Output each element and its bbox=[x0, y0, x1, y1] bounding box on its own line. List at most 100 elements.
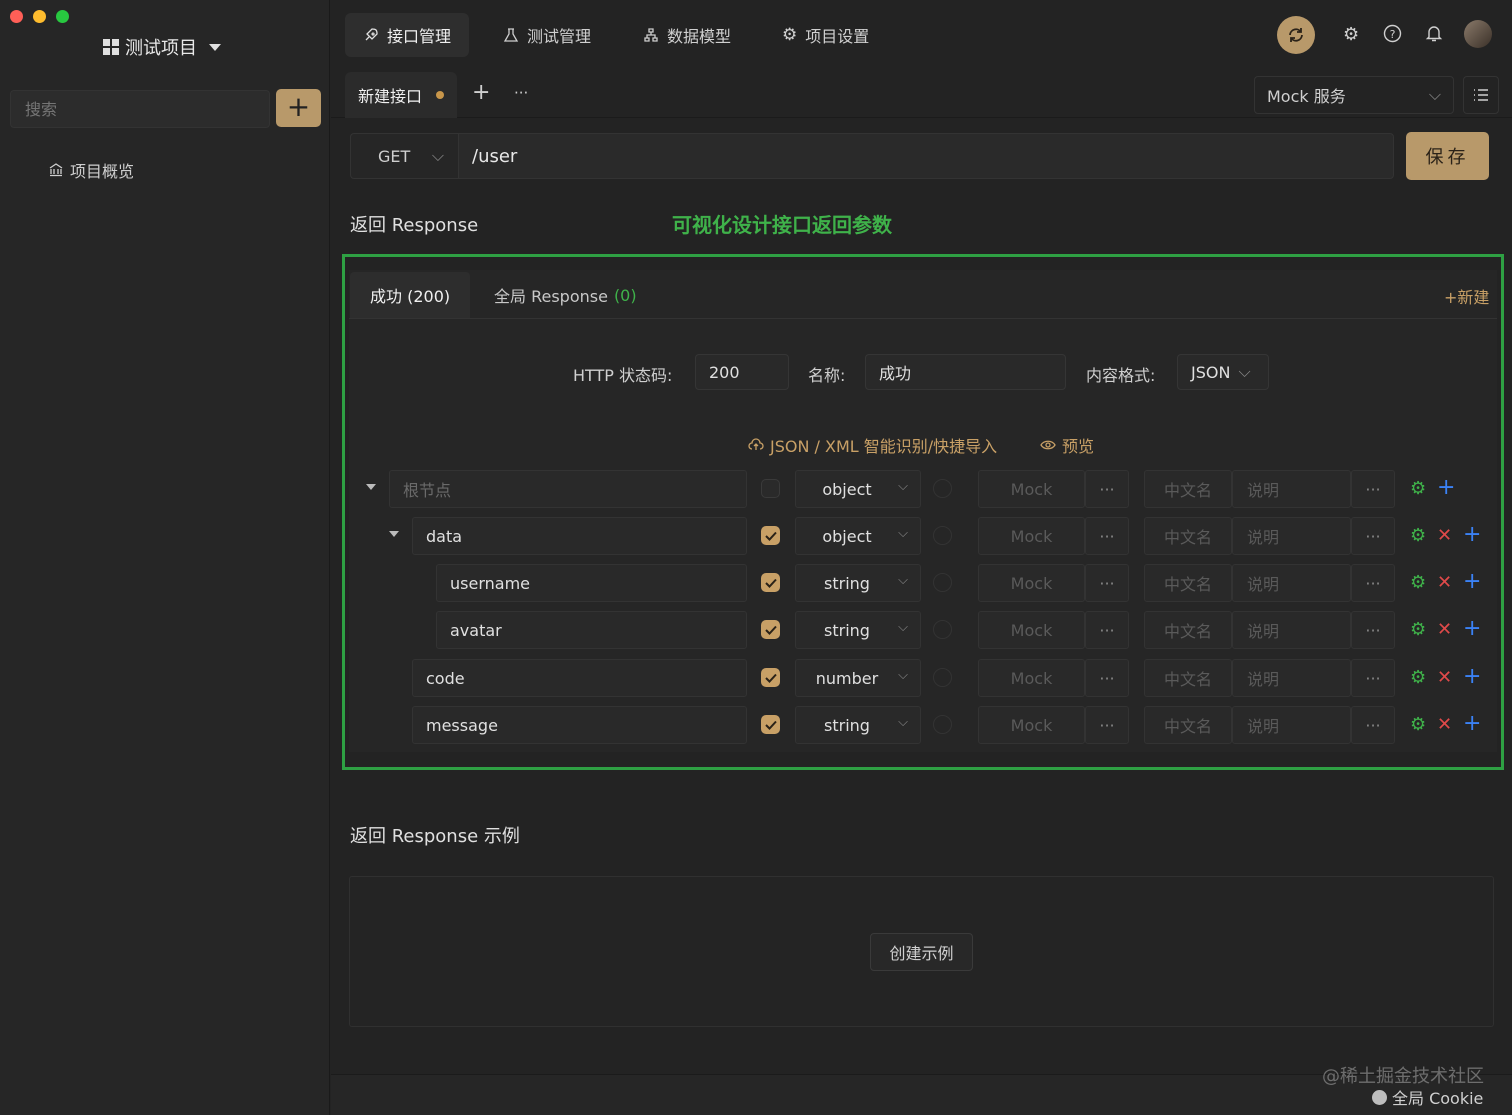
content-format-select[interactable]: JSON ⌵ bbox=[1177, 354, 1269, 390]
more-tabs-button[interactable]: ··· bbox=[514, 84, 528, 102]
field-name-input[interactable]: code bbox=[412, 659, 747, 697]
type-select[interactable]: string ⌵ bbox=[795, 706, 921, 744]
method-select[interactable]: GET ⌵ bbox=[350, 133, 458, 179]
description-input[interactable]: 说明 bbox=[1232, 470, 1351, 508]
sidebar-item-overview[interactable]: 项目概览 bbox=[48, 158, 134, 182]
nullable-checkbox[interactable] bbox=[933, 715, 952, 734]
status-code-input[interactable]: 200 bbox=[695, 354, 789, 390]
field-settings-icon[interactable]: ⚙ bbox=[1410, 667, 1426, 688]
tab-api-management[interactable]: 接口管理 bbox=[345, 13, 470, 57]
chinese-name-input[interactable]: 中文名 bbox=[1144, 470, 1232, 508]
field-settings-icon[interactable]: ⚙ bbox=[1410, 572, 1426, 593]
add-field-icon[interactable]: + bbox=[1463, 664, 1481, 689]
chinese-name-input[interactable]: 中文名 bbox=[1144, 611, 1232, 649]
url-input[interactable]: /user bbox=[458, 133, 1394, 179]
mock-input[interactable]: Mock bbox=[978, 517, 1085, 555]
required-checkbox[interactable] bbox=[761, 526, 780, 545]
nullable-checkbox[interactable] bbox=[933, 620, 952, 639]
expand-toggle-icon[interactable] bbox=[389, 531, 399, 537]
add-field-icon[interactable]: + bbox=[1463, 569, 1481, 594]
search-input[interactable] bbox=[10, 90, 270, 128]
description-more-button[interactable]: ··· bbox=[1351, 517, 1395, 555]
add-tab-button[interactable]: + bbox=[472, 80, 490, 105]
tab-project-settings[interactable]: ⚙ 项目设置 bbox=[764, 13, 887, 57]
chinese-name-input[interactable]: 中文名 bbox=[1144, 564, 1232, 602]
mock-service-select[interactable]: Mock 服务 ⌵ bbox=[1254, 76, 1454, 114]
description-more-button[interactable]: ··· bbox=[1351, 611, 1395, 649]
field-name-input[interactable]: data bbox=[412, 517, 747, 555]
field-name-input[interactable]: avatar bbox=[436, 611, 747, 649]
chinese-name-input[interactable]: 中文名 bbox=[1144, 706, 1232, 744]
mock-input[interactable]: Mock bbox=[978, 659, 1085, 697]
remove-field-icon[interactable]: ✕ bbox=[1437, 619, 1452, 640]
add-field-icon[interactable]: + bbox=[1463, 711, 1481, 736]
description-input[interactable]: 说明 bbox=[1232, 659, 1351, 697]
mock-more-button[interactable]: ··· bbox=[1085, 564, 1129, 602]
mock-more-button[interactable]: ··· bbox=[1085, 517, 1129, 555]
add-button[interactable]: + bbox=[276, 89, 321, 127]
minimize-window-button[interactable] bbox=[33, 10, 46, 23]
add-field-icon[interactable]: + bbox=[1463, 616, 1481, 641]
required-checkbox[interactable] bbox=[761, 479, 780, 498]
tab-new-api[interactable]: 新建接口 bbox=[345, 72, 457, 118]
preview-button[interactable]: 预览 bbox=[1040, 433, 1094, 457]
field-settings-icon[interactable]: ⚙ bbox=[1410, 714, 1426, 735]
sync-button[interactable] bbox=[1277, 16, 1315, 54]
type-select[interactable]: string ⌵ bbox=[795, 611, 921, 649]
tab-data-model[interactable]: 数据模型 bbox=[625, 13, 749, 57]
tab-global-response[interactable]: 全局 Response (0) bbox=[474, 272, 657, 318]
chinese-name-input[interactable]: 中文名 bbox=[1144, 659, 1232, 697]
mock-input[interactable]: Mock bbox=[978, 706, 1085, 744]
description-more-button[interactable]: ··· bbox=[1351, 470, 1395, 508]
field-name-input[interactable]: message bbox=[412, 706, 747, 744]
settings-icon[interactable]: ⚙ bbox=[1343, 24, 1359, 45]
description-more-button[interactable]: ··· bbox=[1351, 564, 1395, 602]
type-select[interactable]: object ⌵ bbox=[795, 470, 921, 508]
required-checkbox[interactable] bbox=[761, 668, 780, 687]
tab-success-200[interactable]: 成功 (200) bbox=[350, 272, 471, 318]
type-select[interactable]: object ⌵ bbox=[795, 517, 921, 555]
mock-more-button[interactable]: ··· bbox=[1085, 659, 1129, 697]
chinese-name-input[interactable]: 中文名 bbox=[1144, 517, 1232, 555]
avatar[interactable] bbox=[1464, 20, 1492, 48]
type-select[interactable]: string ⌵ bbox=[795, 564, 921, 602]
name-input[interactable]: 成功 bbox=[865, 354, 1066, 390]
tab-test-management[interactable]: 测试管理 bbox=[485, 13, 609, 57]
add-field-icon[interactable]: + bbox=[1463, 522, 1481, 547]
description-input[interactable]: 说明 bbox=[1232, 611, 1351, 649]
nullable-checkbox[interactable] bbox=[933, 479, 952, 498]
remove-field-icon[interactable]: ✕ bbox=[1437, 525, 1452, 546]
remove-field-icon[interactable]: ✕ bbox=[1437, 572, 1452, 593]
maximize-window-button[interactable] bbox=[56, 10, 69, 23]
import-button[interactable]: JSON / XML 智能识别/快捷导入 bbox=[748, 433, 997, 457]
add-field-icon[interactable]: + bbox=[1437, 475, 1455, 500]
mock-input[interactable]: Mock bbox=[978, 611, 1085, 649]
save-button[interactable]: 保存 bbox=[1406, 132, 1489, 180]
remove-field-icon[interactable]: ✕ bbox=[1437, 667, 1452, 688]
required-checkbox[interactable] bbox=[761, 620, 780, 639]
description-input[interactable]: 说明 bbox=[1232, 564, 1351, 602]
project-switcher[interactable]: 测试项目 bbox=[103, 34, 221, 60]
description-more-button[interactable]: ··· bbox=[1351, 706, 1395, 744]
close-window-button[interactable] bbox=[10, 10, 23, 23]
type-select[interactable]: number ⌵ bbox=[795, 659, 921, 697]
field-name-input[interactable]: username bbox=[436, 564, 747, 602]
field-settings-icon[interactable]: ⚙ bbox=[1410, 478, 1426, 499]
create-example-button[interactable]: 创建示例 bbox=[870, 933, 973, 971]
description-more-button[interactable]: ··· bbox=[1351, 659, 1395, 697]
description-input[interactable]: 说明 bbox=[1232, 517, 1351, 555]
mock-more-button[interactable]: ··· bbox=[1085, 470, 1129, 508]
field-settings-icon[interactable]: ⚙ bbox=[1410, 619, 1426, 640]
global-cookie-button[interactable]: 全局 Cookie bbox=[1372, 1085, 1483, 1109]
required-checkbox[interactable] bbox=[761, 573, 780, 592]
mock-input[interactable]: Mock bbox=[978, 564, 1085, 602]
expand-toggle-icon[interactable] bbox=[366, 484, 376, 490]
help-icon[interactable]: ? bbox=[1383, 24, 1402, 48]
field-name-input[interactable]: 根节点 bbox=[389, 470, 747, 508]
nullable-checkbox[interactable] bbox=[933, 573, 952, 592]
mock-more-button[interactable]: ··· bbox=[1085, 611, 1129, 649]
nullable-checkbox[interactable] bbox=[933, 668, 952, 687]
required-checkbox[interactable] bbox=[761, 715, 780, 734]
remove-field-icon[interactable]: ✕ bbox=[1437, 714, 1452, 735]
new-response-button[interactable]: +新建 bbox=[1444, 284, 1489, 308]
